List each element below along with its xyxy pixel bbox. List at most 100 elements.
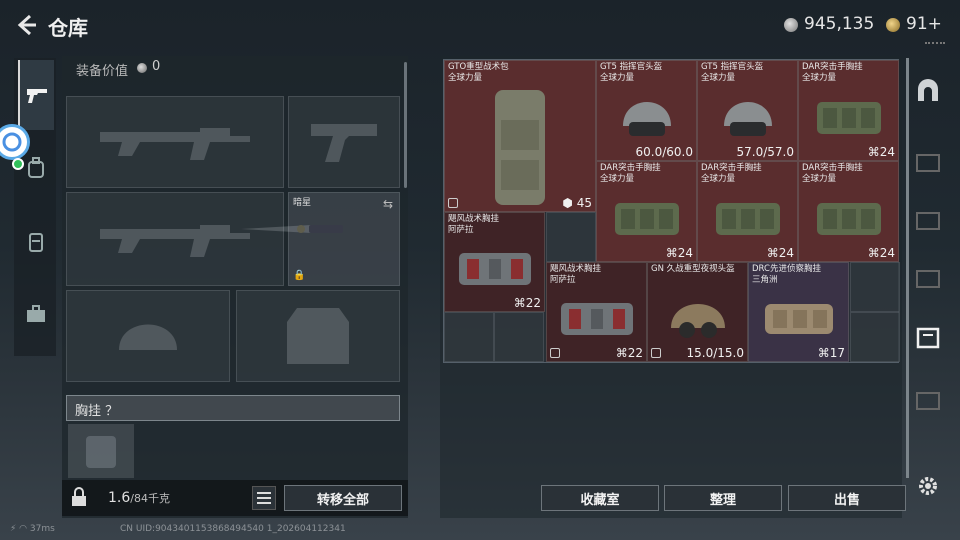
empty-cell[interactable] bbox=[494, 312, 544, 362]
stash-item-chest-rig[interactable]: DAR突击手胸挂 全球力量 ⌘24 bbox=[798, 60, 899, 161]
lock-icon bbox=[550, 348, 560, 358]
secondary-weapon-slot[interactable] bbox=[66, 192, 284, 286]
stash-item-chest-rig[interactable]: DAR突击手胸挂 全球力量 ⌘24 bbox=[798, 161, 899, 262]
item-sub: 三角洲 bbox=[752, 275, 778, 285]
backpack-icon bbox=[28, 157, 44, 178]
item-durability: 57.0/57.0 bbox=[736, 145, 794, 159]
item-qty: ⌘22 bbox=[615, 346, 643, 360]
empty-cell[interactable] bbox=[850, 312, 900, 362]
silver-coin-icon bbox=[784, 18, 798, 32]
stash-item-helmet[interactable]: GT5 指挥官头盔 全球力量 57.0/57.0 bbox=[697, 60, 798, 161]
item-sub: 全球力量 bbox=[701, 174, 736, 184]
rail-tab-armor[interactable] bbox=[18, 224, 54, 260]
stash-box-icon bbox=[916, 154, 940, 172]
back-button[interactable] bbox=[12, 10, 38, 40]
item-sub: 阿萨拉 bbox=[550, 275, 576, 285]
item-sub: 全球力量 bbox=[600, 174, 635, 184]
gear-icon bbox=[919, 477, 937, 495]
helmet-slot[interactable] bbox=[66, 290, 230, 382]
item-qty: ⌘22 bbox=[513, 296, 541, 310]
knife-icon bbox=[241, 225, 343, 233]
backpack-art-icon bbox=[495, 90, 545, 205]
chest-rig-art-icon bbox=[715, 203, 780, 236]
equip-value: 0 bbox=[152, 59, 161, 74]
gold-coin-icon bbox=[886, 18, 900, 32]
user-uid: CN UID:9043401153868494540 1_20260411234… bbox=[120, 524, 346, 534]
chest-rig-art-icon bbox=[614, 203, 679, 236]
stash-item-chest-rig[interactable]: 飓风战术胸挂 阿萨拉 ⌘22 bbox=[546, 262, 647, 362]
item-name: DAR突击手胸挂 bbox=[701, 163, 762, 173]
menu-dots-icon[interactable] bbox=[925, 42, 945, 45]
stash-tab-3[interactable] bbox=[912, 262, 944, 294]
helmet-icon bbox=[119, 324, 177, 350]
item-name: 飓风战术胸挂 bbox=[448, 214, 500, 224]
rail-tab-medical[interactable] bbox=[18, 296, 54, 332]
pistol-icon bbox=[27, 89, 47, 103]
carry-weight: 1.6/84千克 bbox=[108, 490, 170, 506]
helmet-art-icon bbox=[723, 102, 772, 137]
empty-cell[interactable] bbox=[850, 262, 900, 312]
item-name: DAR突击手胸挂 bbox=[600, 163, 661, 173]
item-name: GT5 指挥官头盔 bbox=[701, 62, 764, 72]
coin-icon bbox=[137, 63, 147, 73]
item-qty: ⌘24 bbox=[867, 246, 895, 260]
chest-rig-art-icon bbox=[816, 203, 881, 236]
armor-vest-icon bbox=[287, 308, 349, 364]
stash-item-chest-rig[interactable]: DAR突击手胸挂 全球力量 ⌘24 bbox=[596, 161, 697, 262]
empty-cell[interactable] bbox=[444, 312, 494, 362]
sort-button[interactable]: 整理 bbox=[664, 485, 782, 511]
swap-icon[interactable]: ⇆ bbox=[383, 197, 393, 211]
settings-button[interactable] bbox=[912, 470, 944, 502]
rifle-icon bbox=[100, 225, 250, 257]
sidearm-slot[interactable] bbox=[288, 96, 400, 188]
stash-box-icon bbox=[916, 327, 940, 349]
padlock-icon bbox=[72, 487, 86, 506]
item-name: GN 久战重型夜视头盔 bbox=[651, 264, 735, 274]
chest-rig-art-icon bbox=[560, 302, 633, 335]
stash-tab-2-active[interactable] bbox=[912, 322, 944, 354]
stash-tab-5[interactable] bbox=[912, 146, 944, 178]
stash-item-chest-rig[interactable]: DAR突击手胸挂 全球力量 ⌘24 bbox=[697, 161, 798, 262]
primary-weapon-slot[interactable] bbox=[66, 96, 284, 188]
item-qty: ⌘24 bbox=[867, 145, 895, 159]
stash-item-chest-rig[interactable]: 飓风战术胸挂 阿萨拉 ⌘22 bbox=[444, 212, 545, 312]
weight-capacity: /84千克 bbox=[130, 492, 170, 505]
stash-item-night-vision-helmet[interactable]: GN 久战重型夜视头盔 15.0/15.0 bbox=[647, 262, 748, 362]
collection-room-button[interactable]: 收藏室 bbox=[541, 485, 659, 511]
stash-tab-4[interactable] bbox=[912, 204, 944, 236]
melee-label: 暗星 bbox=[293, 198, 312, 208]
chest-rig-slot[interactable] bbox=[68, 424, 134, 478]
melee-slot[interactable]: 暗星 ⇆ 🔒 bbox=[241, 192, 400, 286]
network-status: ⚡ ◠ 37ms bbox=[10, 524, 55, 534]
pistol-silhouette-icon bbox=[311, 124, 377, 162]
item-sub: 全球力量 bbox=[701, 73, 736, 83]
sell-button[interactable]: 出售 bbox=[788, 485, 906, 511]
chest-rig-art-icon bbox=[764, 303, 833, 334]
helmet-art-icon bbox=[622, 102, 671, 137]
item-sub: 全球力量 bbox=[802, 174, 837, 184]
item-sub: 全球力量 bbox=[600, 73, 635, 83]
chest-rig-header[interactable]: 胸挂 ？ bbox=[66, 395, 400, 421]
rifle-icon bbox=[100, 128, 250, 160]
loadout-scrollbar[interactable] bbox=[404, 62, 407, 188]
rail-tab-weapons[interactable] bbox=[18, 60, 54, 130]
item-sub: 阿萨拉 bbox=[448, 225, 474, 235]
stash-item-helmet[interactable]: GT5 指挥官头盔 全球力量 60.0/60.0 bbox=[596, 60, 697, 161]
item-name: DAR突击手胸挂 bbox=[802, 163, 863, 173]
item-name: GT5 指挥官头盔 bbox=[600, 62, 663, 72]
stash-tab-1[interactable] bbox=[912, 384, 944, 416]
equip-value-label: 装备价值 bbox=[76, 64, 129, 79]
transfer-all-button[interactable]: 转移全部 bbox=[284, 485, 402, 511]
stash-item-chest-rig[interactable]: DRC先进侦察胸挂 三角洲 ⌘17 bbox=[748, 262, 849, 362]
stash-scrollbar[interactable] bbox=[906, 58, 909, 478]
lock-icon bbox=[651, 348, 661, 358]
armor-slot[interactable] bbox=[236, 290, 400, 382]
list-view-button[interactable] bbox=[252, 486, 276, 510]
empty-cell[interactable] bbox=[546, 212, 596, 262]
stash-item-backpack[interactable]: GTO重型战术包 全球力量 ⬢ 45 bbox=[444, 60, 596, 212]
item-name: GTO重型战术包 bbox=[448, 62, 509, 72]
stash-tab-home[interactable] bbox=[912, 74, 944, 106]
assistant-icon bbox=[2, 132, 22, 152]
lock-button[interactable] bbox=[68, 486, 90, 508]
gold-balance[interactable]: 91+ bbox=[906, 14, 942, 34]
